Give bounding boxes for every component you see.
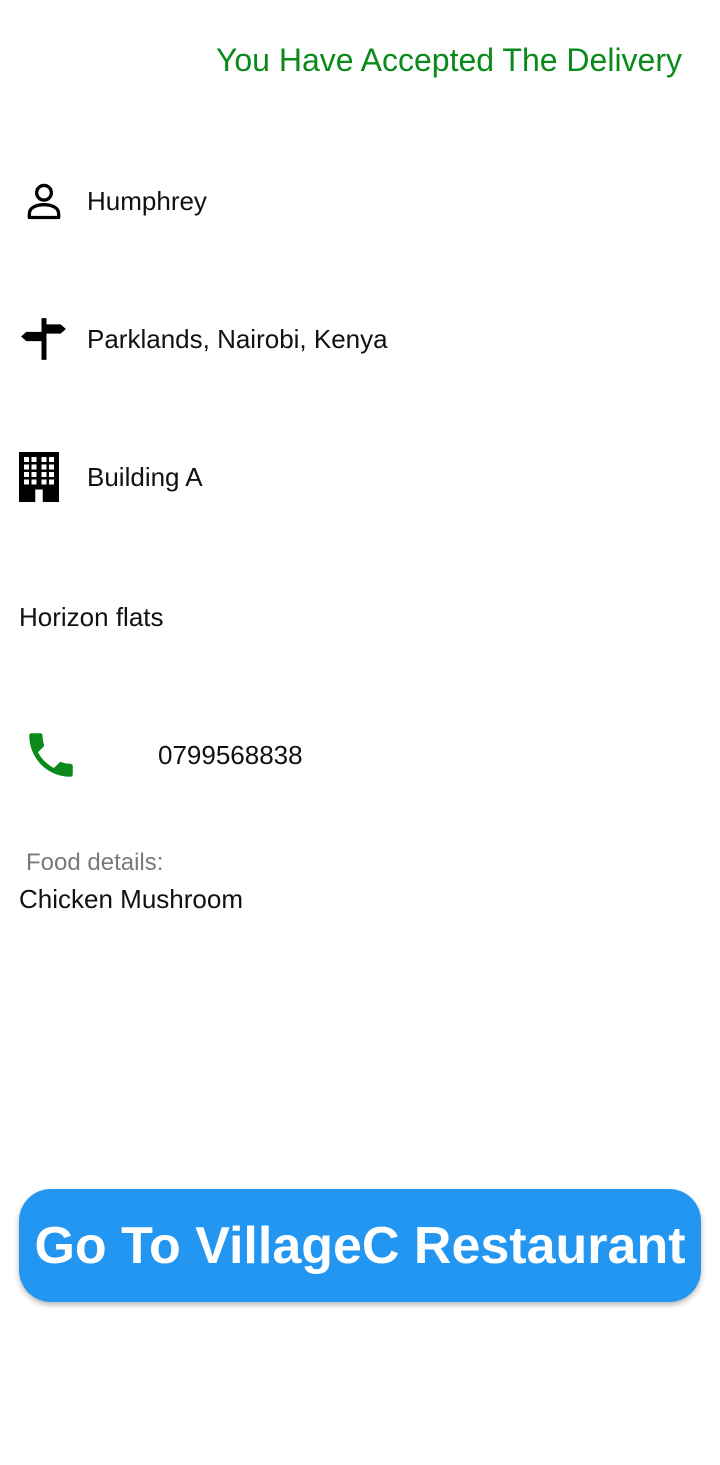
apartment-name: Horizon flats — [19, 602, 164, 632]
location-row: Parklands, Nairobi, Kenya — [19, 314, 388, 364]
building-text: Building A — [87, 461, 203, 492]
phone-row[interactable]: 0799568838 — [22, 726, 303, 784]
phone-icon[interactable] — [22, 726, 80, 784]
signpost-icon — [19, 314, 69, 364]
location-text: Parklands, Nairobi, Kenya — [87, 323, 388, 354]
food-details-label: Food details: — [26, 849, 164, 876]
customer-name: Humphrey — [87, 185, 207, 216]
building-icon — [19, 452, 69, 502]
building-row: Building A — [19, 452, 203, 502]
food-details-value: Chicken Mushroom — [19, 884, 243, 914]
customer-name-row: Humphrey — [19, 176, 207, 226]
delivery-details-screen: You Have Accepted The Delivery Humphrey … — [0, 0, 720, 1465]
person-icon — [19, 176, 69, 226]
delivery-status-message: You Have Accepted The Delivery — [215, 42, 682, 78]
phone-number[interactable]: 0799568838 — [158, 740, 303, 771]
go-to-restaurant-button[interactable]: Go To VillageC Restaurant — [19, 1189, 701, 1302]
